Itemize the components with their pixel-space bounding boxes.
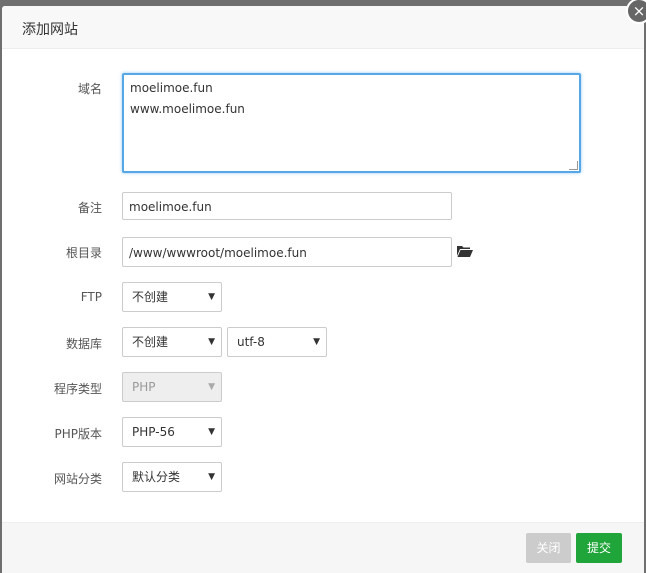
site-category-label: 网站分类 bbox=[53, 472, 102, 486]
chevron-down-icon: ▼ bbox=[208, 427, 215, 437]
database-charset-select[interactable]: utf-8 ▼ bbox=[227, 327, 327, 357]
domain-line-2: www.moelimoe.fun bbox=[130, 102, 245, 116]
domain-label: 域名 bbox=[77, 82, 102, 96]
close-button[interactable]: 关闭 bbox=[526, 533, 571, 563]
chevron-down-icon: ▼ bbox=[313, 337, 320, 347]
add-site-dialog: 添加网站 × 域名 moelimoe.fun www.moelimoe.fun … bbox=[2, 0, 646, 573]
chevron-down-icon: ▼ bbox=[208, 472, 215, 482]
chevron-down-icon: ▼ bbox=[208, 382, 215, 392]
program-type-label: 程序类型 bbox=[53, 382, 102, 396]
dialog-titlebar: 添加网站 bbox=[2, 6, 644, 49]
php-version-selected-value: PHP-56 bbox=[132, 425, 175, 439]
root-dir-input[interactable]: /www/wwwroot/moelimoe.fun bbox=[122, 237, 452, 267]
php-version-select[interactable]: PHP-56 ▼ bbox=[122, 417, 222, 447]
resize-grip-icon[interactable] bbox=[569, 161, 578, 170]
database-label: 数据库 bbox=[65, 337, 102, 351]
ftp-selected-value: 不创建 bbox=[132, 290, 169, 304]
program-type-select: PHP ▼ bbox=[122, 372, 222, 402]
domain-textarea[interactable]: moelimoe.fun www.moelimoe.fun bbox=[122, 73, 581, 173]
chevron-down-icon: ▼ bbox=[208, 337, 215, 347]
remark-label: 备注 bbox=[77, 201, 102, 215]
site-category-selected-value: 默认分类 bbox=[132, 470, 181, 484]
dialog-footer: 关闭 提交 bbox=[2, 522, 644, 573]
php-version-label: PHP版本 bbox=[54, 427, 103, 441]
submit-button[interactable]: 提交 bbox=[576, 533, 622, 563]
remark-input[interactable]: moelimoe.fun bbox=[122, 192, 452, 220]
database-selected-value: 不创建 bbox=[132, 335, 169, 349]
charset-selected-value: utf-8 bbox=[237, 335, 265, 349]
ftp-select[interactable]: 不创建 ▼ bbox=[122, 282, 222, 312]
dialog-title: 添加网站 bbox=[22, 22, 78, 38]
domain-line-1: moelimoe.fun bbox=[130, 81, 213, 95]
program-type-selected-value: PHP bbox=[132, 380, 156, 394]
root-dir-label: 根目录 bbox=[65, 246, 102, 260]
database-select[interactable]: 不创建 ▼ bbox=[122, 327, 222, 357]
folder-open-icon[interactable] bbox=[457, 245, 473, 257]
chevron-down-icon: ▼ bbox=[208, 292, 215, 302]
ftp-label: FTP bbox=[80, 290, 102, 304]
site-category-select[interactable]: 默认分类 ▼ bbox=[122, 462, 222, 492]
